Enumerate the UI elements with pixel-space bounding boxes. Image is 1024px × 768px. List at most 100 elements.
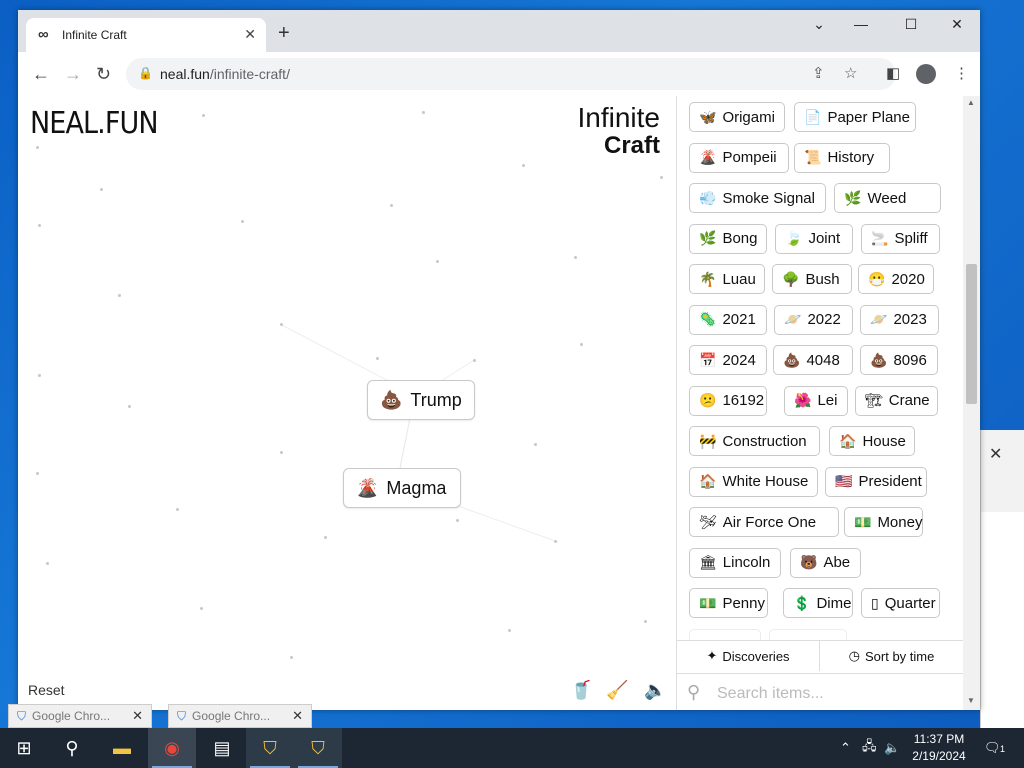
taskbar-preview-1[interactable]: ⛉ Google Chro... ✕ <box>8 704 152 728</box>
close-tab-icon[interactable]: ✕ <box>244 26 256 43</box>
shield-app-button-1[interactable]: ⛉ <box>246 728 294 768</box>
sidebar-item-crane[interactable]: 🏗 Crane <box>855 385 938 416</box>
sidebar-item-quarter[interactable]: ▯ Quarter <box>861 588 940 618</box>
sidebar-item-weed[interactable]: 🌿 Weed <box>834 183 941 213</box>
search-input[interactable] <box>715 680 949 708</box>
new-tab-icon[interactable]: + <box>278 22 290 45</box>
item-icon: 💩 <box>870 351 888 368</box>
sidebar-item-air-force-one[interactable]: 🛩 Air Force One <box>689 507 839 537</box>
sidebar-item-money[interactable]: 💵 Money <box>844 507 923 537</box>
system-clock[interactable]: 11:37 PM 2/19/2024 <box>900 731 978 765</box>
item-label: House <box>862 432 906 450</box>
sidebar-item-smoke-signal[interactable]: 💨 Smoke Signal <box>689 183 826 213</box>
notification-icon[interactable]: 🗨 <box>984 728 1001 768</box>
share-icon[interactable]: ⇪ <box>812 64 825 82</box>
sidebar-item-2020[interactable]: 😷 2020 <box>858 264 934 294</box>
taskbar-preview-2[interactable]: ⛉ Google Chro... ✕ <box>168 704 312 728</box>
star-dot <box>390 204 393 207</box>
star-dot <box>100 188 103 191</box>
sidebar-item-8096[interactable]: 💩 8096 <box>860 345 938 375</box>
item-label: Money <box>877 513 923 531</box>
sidebar-item-spliff[interactable]: 🚬 Spliff <box>861 223 940 254</box>
discoveries-button[interactable]: ✦ Discoveries <box>677 641 820 671</box>
file-explorer-button[interactable]: ▬ <box>98 728 146 768</box>
shield-app-button-2[interactable]: ⛉ <box>294 728 342 768</box>
browser-tab[interactable]: ∞ Infinite Craft ✕ <box>26 18 266 52</box>
network-icon[interactable]: 🖧 <box>862 728 877 768</box>
address-bar[interactable]: 🔒 neal.fun/infinite-craft/ ⇪ ☆ <box>126 58 896 90</box>
reset-button[interactable]: Reset <box>28 682 65 698</box>
sidebar-item-joint[interactable]: 🍃 Joint <box>775 223 853 254</box>
sidebar-item-president[interactable]: 🇺🇸 President <box>825 466 927 497</box>
sidebar-scrollbar[interactable]: ▲ ▼ <box>963 96 980 710</box>
sidebar-item-bush[interactable]: 🌳 Bush <box>772 264 852 294</box>
item-label: Crane <box>888 392 930 409</box>
start-button[interactable]: ⊞ <box>0 728 48 768</box>
tab-search-icon[interactable]: ⌄ <box>804 16 834 33</box>
search-area: ⚲ <box>677 673 963 710</box>
star-dot <box>324 536 327 539</box>
canvas-item-trump[interactable]: 💩 Trump <box>367 380 475 420</box>
item-icon: 💩 <box>783 351 801 368</box>
close-icon[interactable]: ✕ <box>292 708 303 724</box>
url-text[interactable]: neal.fun/infinite-craft/ <box>160 66 290 82</box>
craft-canvas[interactable]: NEAL.FUN Infinite Craft 💩 Trump 🌋 Magma … <box>18 96 677 710</box>
canvas-item-magma[interactable]: 🌋 Magma <box>343 468 461 508</box>
scroll-up-icon[interactable]: ▲ <box>967 98 975 107</box>
back-icon[interactable]: ← <box>32 64 50 85</box>
sidebar-item-bong[interactable]: 🌿 Bong <box>689 223 767 254</box>
sidebar-item-abe[interactable]: 🐻 Abe <box>790 547 861 578</box>
sidebar-item-2023[interactable]: 🪐 2023 <box>860 304 939 335</box>
sidebar-item-luau[interactable]: 🌴 Luau <box>689 264 765 294</box>
item-label: Lei <box>817 392 838 409</box>
sidebar-item-construction[interactable]: 🚧 Construction <box>689 426 820 456</box>
profile-avatar[interactable] <box>916 64 936 84</box>
sidebar-item-origami[interactable]: 🦋 Origami <box>689 102 785 132</box>
scrollbar-thumb[interactable] <box>966 264 977 404</box>
side-panel-icon[interactable]: ◧ <box>886 64 900 82</box>
star-dot <box>660 176 663 179</box>
url-path: /infinite-craft/ <box>209 66 290 82</box>
reload-icon[interactable]: ↻ <box>96 64 111 85</box>
sidebar-item-white-house[interactable]: 🏠 White House <box>689 466 818 497</box>
chrome-button[interactable]: ◉ <box>148 728 196 768</box>
sidebar-item-2024[interactable]: 📅 2024 <box>689 345 767 375</box>
background-window[interactable]: ✕ <box>980 430 1024 728</box>
sidebar-item-4048[interactable]: 💩 4048 <box>773 345 853 375</box>
volume-icon[interactable]: 🔈 <box>884 728 900 768</box>
item-label: Dime <box>816 594 852 612</box>
app-button[interactable]: ▤ <box>198 728 246 768</box>
sidebar-item-2021[interactable]: 🦠 2021 <box>689 304 767 335</box>
sidebar-item-dime[interactable]: 💲 Dime <box>783 588 853 618</box>
maximize-icon[interactable]: ☐ <box>896 16 926 33</box>
minimize-icon[interactable]: — <box>846 16 876 32</box>
star-dot <box>534 443 537 446</box>
search-button[interactable]: ⚲ <box>48 728 96 768</box>
sidebar-item-16192[interactable]: 😕 16192 <box>689 385 767 416</box>
cup-icon[interactable]: 🥤 <box>570 680 592 701</box>
sidebar-item-penny[interactable]: 💵 Penny <box>689 588 768 618</box>
close-icon[interactable]: ✕ <box>132 708 143 724</box>
bookmark-star-icon[interactable]: ☆ <box>844 64 857 82</box>
menu-icon[interactable]: ⋮ <box>954 64 969 82</box>
sidebar-item-2022[interactable]: 🪐 2022 <box>774 304 853 335</box>
sidebar-item-pompeii[interactable]: 🌋 Pompeii <box>689 142 789 173</box>
close-window-icon[interactable]: ✕ <box>942 16 972 33</box>
star-dot <box>580 343 583 346</box>
sidebar-item-lincoln[interactable]: 🏛 Lincoln <box>689 547 781 578</box>
sidebar-item-history[interactable]: 📜 History <box>794 142 890 173</box>
forward-icon[interactable]: → <box>64 64 82 85</box>
star-dot <box>241 220 244 223</box>
star-dot <box>200 607 203 610</box>
scroll-down-icon[interactable]: ▼ <box>967 696 975 705</box>
sidebar-item-lei[interactable]: 🌺 Lei <box>784 385 848 416</box>
sidebar-item-paper-plane[interactable]: 📄 Paper Plane <box>794 102 916 132</box>
item-icon: 🍃 <box>785 230 803 246</box>
sidebar-item-house[interactable]: 🏠 House <box>829 426 915 456</box>
broom-icon[interactable]: 🧹 <box>606 680 628 701</box>
close-icon[interactable]: ✕ <box>989 444 1002 464</box>
tray-chevron-icon[interactable]: ⌃ <box>840 728 851 768</box>
item-icon: 🦋 <box>699 108 717 125</box>
speaker-icon[interactable]: 🔈 <box>644 680 666 701</box>
sort-button[interactable]: ◷ Sort by time <box>820 641 963 671</box>
